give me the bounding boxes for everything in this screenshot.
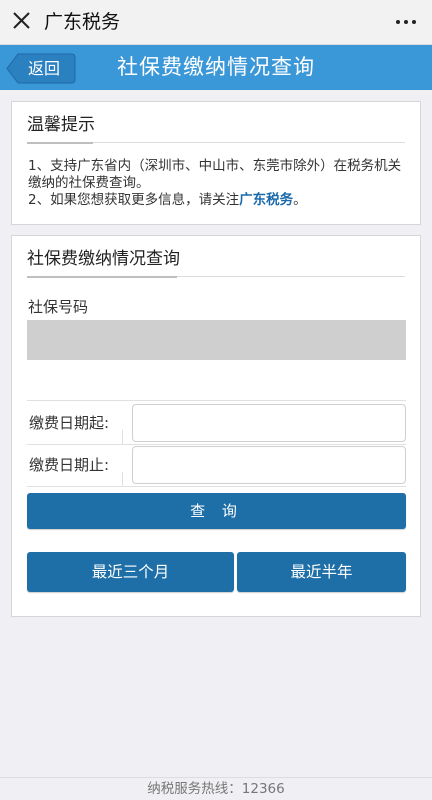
query-title: 社保费缴纳情况查询 xyxy=(27,249,180,269)
guangdong-tax-link[interactable]: 广东税务 xyxy=(239,192,293,208)
last-three-months-button[interactable]: 最近三个月 xyxy=(27,552,234,592)
divider xyxy=(27,400,406,401)
divider xyxy=(122,472,123,486)
query-card: 社保费缴纳情况查询 社保号码 缴费日期起: 缴费日期止: 查 询 最近三个月 最… xyxy=(11,235,421,617)
start-date-input[interactable] xyxy=(132,404,406,442)
divider xyxy=(122,430,123,444)
more-options-icon[interactable] xyxy=(394,12,418,32)
end-date-input[interactable] xyxy=(132,446,406,484)
query-button[interactable]: 查 询 xyxy=(27,493,406,529)
last-half-year-button[interactable]: 最近半年 xyxy=(237,552,406,592)
tips-header: 温馨提示 xyxy=(27,102,405,144)
ssn-input[interactable] xyxy=(27,320,406,360)
start-date-row: 缴费日期起: xyxy=(27,402,406,444)
divider xyxy=(27,486,406,487)
tips-line-2-prefix: 2、如果您想获取更多信息，请关注 xyxy=(28,192,240,208)
query-title-underline xyxy=(27,276,177,278)
back-button[interactable]: 返回 xyxy=(6,53,76,84)
tips-text: 1、支持广东省内（深圳市、中山市、东莞市除外）在税务机关缴纳的社保费查询。 2、… xyxy=(28,158,410,209)
ssn-label: 社保号码 xyxy=(28,298,89,316)
wechat-top-bar: 广东税务 xyxy=(0,0,432,45)
close-icon[interactable] xyxy=(8,6,38,36)
wechat-title: 广东税务 xyxy=(44,11,121,33)
start-date-label: 缴费日期起: xyxy=(29,414,110,432)
end-date-row: 缴费日期止: xyxy=(27,444,406,486)
tips-line-2: 2、如果您想获取更多信息，请关注广东税务。 xyxy=(28,192,410,209)
page-header: 社保费缴纳情况查询 返回 xyxy=(0,45,432,90)
end-date-label: 缴费日期止: xyxy=(29,456,110,474)
tips-title: 温馨提示 xyxy=(27,115,95,135)
tips-line-1: 1、支持广东省内（深圳市、中山市、东莞市除外）在税务机关缴纳的社保费查询。 xyxy=(28,158,402,191)
tips-card: 温馨提示 1、支持广东省内（深圳市、中山市、东莞市除外）在税务机关缴纳的社保费查… xyxy=(11,101,421,225)
footer-hotline: 纳税服务热线：12366 xyxy=(0,777,432,800)
tips-title-underline xyxy=(27,142,93,144)
tips-line-2-suffix: 。 xyxy=(293,192,307,208)
query-header: 社保费缴纳情况查询 xyxy=(27,236,405,278)
back-label: 返回 xyxy=(28,59,61,78)
